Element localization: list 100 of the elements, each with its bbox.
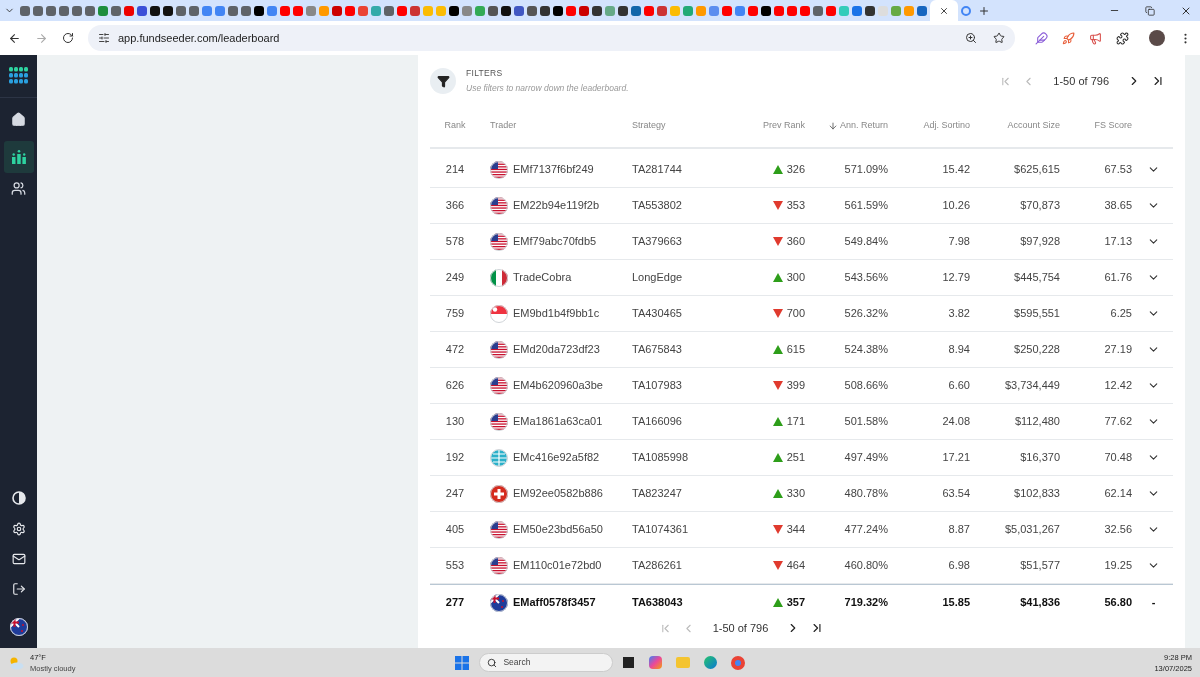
action-dash: -	[1151, 595, 1156, 611]
account-size-cell-text: $41,836	[1019, 595, 1060, 611]
filters-title: FILTERS	[466, 67, 504, 80]
fs-score-cell-text: 38.65	[1103, 198, 1132, 214]
trader-name: EMa1861a63ca01	[513, 414, 603, 430]
strategy-cell-text: TA675843	[631, 342, 683, 358]
table-row[interactable]: 759 EM9bd1b4f9bb1c TA430465 700 526.32% 3.82 $595,551 6.25	[430, 296, 1173, 332]
rocket-icon[interactable]	[1062, 31, 1075, 45]
zoom-icon[interactable]	[965, 32, 977, 44]
prev-rank-cell-text: 330	[786, 486, 805, 502]
extensions-icon[interactable]	[1116, 31, 1129, 45]
taskbar-search-field[interactable]: Search	[479, 653, 614, 672]
rank-cell-text: 472	[444, 342, 466, 358]
tab-favicon-icon[interactable]	[553, 5, 563, 16]
fs-score-cell-text: 6.25	[1109, 306, 1132, 322]
strategy-cell-text: TA286261	[631, 558, 683, 574]
table-row[interactable]: 366 EM22b94e119f2b TA553802 353 561.59% 10.26 $70,873 38.65	[430, 188, 1173, 224]
table-row[interactable]: 472 EMd20da723df23 TA675843 615 524.38% 8.94 $250,228 27.19	[430, 332, 1173, 368]
contrast-icon[interactable]	[11, 491, 26, 505]
tab-favicon-icon[interactable]	[865, 5, 875, 16]
table-row[interactable]: 214 EMf7137f6bf249 TA281744 326 571.09% 15.42 $625,615 67.53	[430, 152, 1173, 188]
trader-name: EM4b620960a3be	[513, 378, 603, 394]
table-row[interactable]: 192 EMc416e92a5f82 TA1085998 251 497.49% 17.21 $16,370 70.48	[430, 440, 1173, 476]
return-cell-text: 480.78%	[843, 486, 888, 502]
column-header[interactable]: Adj. Sortino	[923, 119, 970, 133]
table-row[interactable]: 249 TradeCobra LongEdge 300 543.56% 12.79 $445,754 61.76	[430, 260, 1173, 296]
fs-score-cell-text: 67.53	[1103, 162, 1132, 178]
table-row[interactable]: 405 EM50e23bd56a50 TA1074361 344 477.24% 8.87 $5,031,267 32.56	[430, 512, 1173, 548]
account-size-cell-text: $51,577	[1019, 558, 1060, 574]
filter-button[interactable]	[430, 68, 456, 94]
home-icon[interactable]	[11, 112, 26, 127]
column-header[interactable]: Strategy	[632, 119, 666, 133]
close-tab-icon[interactable]	[939, 5, 949, 16]
fs-score-cell-text: 61.76	[1103, 270, 1132, 286]
page-range-text: 1-50 of 796	[711, 621, 770, 636]
sortino-cell-text: 8.94	[947, 342, 970, 358]
feather-icon[interactable]	[1035, 31, 1048, 45]
column-header[interactable]: Trader	[490, 119, 517, 133]
fs-score-cell-text: 70.48	[1103, 450, 1132, 466]
table-row[interactable]: 626 EM4b620960a3be TA107983 399 508.66% 6.60 $3,734,449 12.42	[430, 368, 1173, 404]
megaphone-icon[interactable]	[1089, 31, 1102, 45]
prev-rank-cell-text: 464	[786, 558, 805, 574]
table-row[interactable]: 578 EMf79abc70fdb5 TA379663 360 549.84% 7.98 $97,928 17.13	[430, 224, 1173, 260]
sortino-cell-text: 6.60	[947, 378, 970, 394]
profile-avatar[interactable]	[1149, 30, 1165, 46]
tab-favicon-icon[interactable]	[501, 5, 511, 16]
strategy-cell-text: TA430465	[631, 306, 683, 322]
tab-favicon-icon[interactable]	[540, 5, 550, 16]
rank-cell-text: 214	[444, 162, 466, 178]
table-row[interactable]: 247 EM92ee0582b886 TA823247 330 480.78% 63.54 $102,833 62.14	[430, 476, 1173, 512]
address-field[interactable]: app.fundseeder.com/leaderboard	[88, 25, 1015, 51]
tab-favicon-icon[interactable]	[449, 5, 459, 16]
fs-score-cell-text: 17.13	[1103, 234, 1132, 250]
column-header[interactable]: Ann. Return	[839, 119, 888, 133]
tab-favicon-icon[interactable]	[150, 5, 160, 16]
logout-icon[interactable]	[11, 582, 26, 596]
trader-name: EM110c01e72bd0	[513, 558, 602, 574]
logo-icon[interactable]	[8, 67, 29, 85]
leaderboard-nav-item[interactable]	[3, 141, 34, 173]
fs-score-cell-text: 56.80	[1103, 595, 1132, 611]
tab-favicon-icon[interactable]	[592, 5, 602, 16]
last-page-icon[interactable]	[1151, 74, 1165, 88]
tab-favicon-icon[interactable]	[163, 5, 173, 16]
restore-icon[interactable]	[1145, 5, 1155, 16]
rank-cell-text: 405	[444, 522, 466, 538]
account-size-cell-text: $625,615	[1013, 162, 1060, 178]
tab-favicon-icon[interactable]	[254, 5, 264, 16]
return-cell-text: 460.80%	[843, 558, 888, 574]
strategy-cell-text: TA107983	[631, 378, 683, 394]
sortino-cell-text: 7.98	[947, 234, 970, 250]
column-header[interactable]: Prev Rank	[762, 119, 805, 133]
prev-rank-cell-text: 300	[786, 270, 805, 286]
tab-favicon-icon[interactable]	[618, 5, 628, 16]
bookmark-star-icon[interactable]	[993, 32, 1005, 44]
community-icon[interactable]	[11, 181, 26, 196]
new-tab-icon[interactable]	[978, 4, 990, 17]
settings-icon[interactable]	[11, 522, 26, 536]
site-settings-icon[interactable]	[98, 32, 110, 44]
strategy-cell-text: TA638043	[631, 595, 684, 611]
google-favicon-icon[interactable]	[961, 5, 971, 16]
back-icon[interactable]	[8, 31, 21, 45]
table-row[interactable]: 553 EM110c01e72bd0 TA286261 464 460.80% 6.98 $51,577 19.25	[430, 548, 1173, 584]
prev-rank-cell-text: 353	[786, 198, 805, 214]
rank-cell-text: 277	[444, 595, 466, 611]
account-size-cell-text: $3,734,449	[1003, 378, 1060, 394]
tab-favicon-icon[interactable]	[761, 5, 771, 16]
reload-icon[interactable]	[62, 32, 74, 44]
mail-icon[interactable]	[11, 552, 26, 566]
filter-icon	[436, 74, 450, 88]
column-header[interactable]: Account Size	[1007, 119, 1060, 133]
column-header[interactable]: Rank	[444, 119, 466, 133]
leaderboard-icon	[10, 150, 27, 164]
column-header[interactable]: FS Score	[1094, 119, 1132, 133]
copilot-icon[interactable]	[649, 656, 663, 669]
table-row[interactable]: 130 EMa1861a63ca01 TA166096 171 501.58% 24.08 $112,480 77.62	[430, 404, 1173, 440]
rank-cell-text: 578	[444, 234, 466, 250]
fs-score-cell-text: 27.19	[1103, 342, 1132, 358]
start-icon[interactable]	[455, 655, 470, 670]
prev-rank-cell-text: 615	[786, 342, 805, 358]
strategy-cell-text: TA553802	[631, 198, 683, 214]
